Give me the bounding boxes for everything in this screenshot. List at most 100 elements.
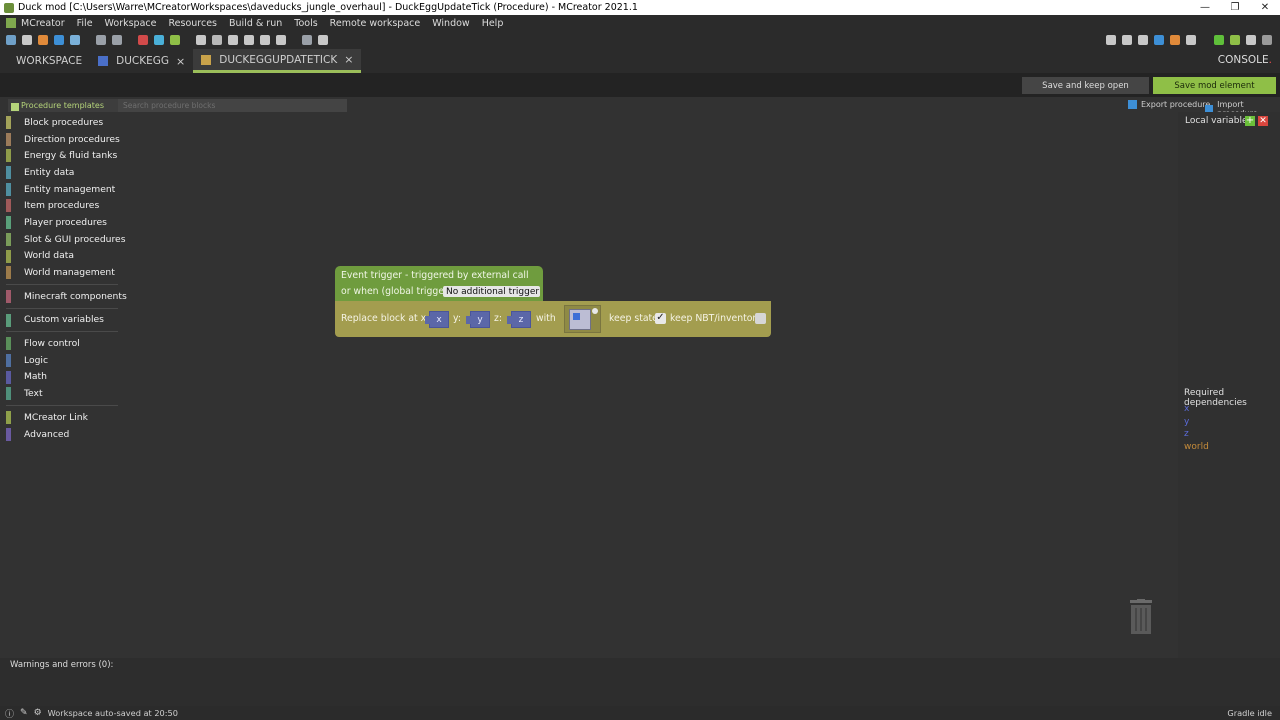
menu-mcreator[interactable]: MCreator	[21, 18, 65, 29]
category-block-procedures[interactable]: Block procedures	[6, 114, 118, 131]
menu-remote-workspace[interactable]: Remote workspace	[330, 18, 421, 29]
info-icon[interactable]: ⓘ	[5, 707, 14, 720]
wand-icon[interactable]	[260, 35, 270, 45]
tool-icon[interactable]	[212, 35, 222, 45]
window-titlebar: Duck mod [C:\Users\Warre\MCreatorWorkspa…	[0, 0, 1280, 15]
paint-icon[interactable]	[228, 35, 238, 45]
category-color	[6, 149, 11, 163]
overlay-icon[interactable]	[154, 35, 164, 45]
templates-icon	[11, 103, 19, 111]
category-direction-procedures[interactable]: Direction procedures	[6, 131, 120, 148]
export-procedure-button[interactable]: Export procedure	[1128, 100, 1210, 109]
category-entity-data[interactable]: Entity data	[6, 164, 118, 181]
push-icon[interactable]	[1138, 35, 1148, 45]
menu-window[interactable]: Window	[432, 18, 469, 29]
save-mod-element-button[interactable]: Save mod element	[1153, 77, 1276, 94]
remove-variable-icon[interactable]: ✕	[1258, 116, 1268, 126]
replace-block-block[interactable]: Replace block at x: y: z: with keep stat…	[335, 301, 771, 337]
category-advanced[interactable]: Advanced	[6, 426, 118, 443]
folder-icon[interactable]	[1154, 35, 1164, 45]
variable-x-block[interactable]: x	[425, 311, 449, 328]
category-label: World management	[24, 267, 115, 279]
minimize-button[interactable]: —	[1190, 0, 1220, 15]
variable-y-block[interactable]: y	[466, 311, 490, 328]
pull-icon[interactable]	[1122, 35, 1132, 45]
sound-icon[interactable]	[244, 35, 254, 45]
warnings-panel	[0, 658, 1280, 706]
procedure-templates-button[interactable]: Procedure templates	[8, 101, 118, 111]
stop-icon[interactable]	[1246, 35, 1256, 45]
category-text[interactable]: Text	[6, 385, 118, 402]
keep-nbt-checkbox[interactable]	[755, 313, 766, 324]
category-minecraft-components[interactable]: Minecraft components	[6, 288, 127, 305]
stop-server-icon[interactable]	[1262, 35, 1272, 45]
add-variable-icon[interactable]: +	[1245, 116, 1255, 126]
edit-icon[interactable]	[318, 35, 328, 45]
run-client-icon[interactable]	[1214, 35, 1224, 45]
keep-state-checkbox[interactable]: ✓	[655, 313, 666, 324]
category-world-data[interactable]: World data	[6, 248, 118, 265]
maximize-button[interactable]: ❐	[1220, 0, 1250, 15]
search-procedure-blocks-input[interactable]: Search procedure blocks	[118, 99, 347, 112]
category-color	[6, 132, 11, 146]
close-tab-icon[interactable]: ×	[344, 53, 353, 66]
palette-header: Procedure templates Search procedure blo…	[8, 99, 347, 112]
category-label: Player procedures	[24, 216, 107, 228]
menu-build-run[interactable]: Build & run	[229, 18, 282, 29]
category-entity-management[interactable]: Entity management	[6, 181, 118, 198]
tab-workspace[interactable]: WORKSPACE	[0, 49, 90, 73]
texture-icon[interactable]	[70, 35, 80, 45]
block-preview-image	[569, 309, 591, 330]
category-color	[6, 353, 11, 367]
category-flow-control[interactable]: Flow control	[6, 335, 118, 352]
model-icon[interactable]	[112, 35, 122, 45]
run-server-icon[interactable]	[1230, 35, 1240, 45]
open-folder-icon[interactable]	[38, 35, 48, 45]
menu-workspace[interactable]: Workspace	[105, 18, 157, 29]
close-window-button[interactable]: ✕	[1250, 0, 1280, 15]
anim-icon[interactable]	[196, 35, 206, 45]
category-color	[6, 387, 11, 401]
variable-z-block[interactable]: z	[507, 311, 531, 328]
save-keep-open-button[interactable]: Save and keep open	[1022, 77, 1149, 94]
category-custom-variables[interactable]: Custom variables	[6, 312, 118, 329]
structure-icon[interactable]	[96, 35, 106, 45]
menu-file[interactable]: File	[77, 18, 93, 29]
tab-duckegg[interactable]: DUCKEGG ×	[90, 49, 193, 73]
git-icon[interactable]	[1106, 35, 1116, 45]
block-selector[interactable]	[564, 305, 601, 333]
tab-duckeggupdatetick[interactable]: DUCKEGGUPDATETICK ×	[193, 49, 362, 73]
settings-icon[interactable]: ⚙	[34, 708, 42, 718]
category-mcreator-link[interactable]: MCreator Link	[6, 409, 118, 426]
menu-resources[interactable]: Resources	[168, 18, 217, 29]
console-tool-icon[interactable]	[302, 35, 312, 45]
category-world-management[interactable]: World management	[6, 264, 118, 281]
category-label: Advanced	[24, 428, 70, 440]
banner-icon[interactable]	[276, 35, 286, 45]
category-player-procedures[interactable]: Player procedures	[6, 214, 118, 231]
recipe-icon[interactable]	[170, 35, 180, 45]
block-selector-add-icon[interactable]	[592, 308, 598, 314]
close-tab-icon[interactable]: ×	[176, 55, 185, 68]
menu-help[interactable]: Help	[482, 18, 504, 29]
workspace-files-icon[interactable]	[22, 35, 32, 45]
category-energy-fluid-tanks[interactable]: Energy & fluid tanks	[6, 147, 118, 164]
sync-icon[interactable]	[54, 35, 64, 45]
notifications-icon[interactable]: ✎	[20, 708, 28, 718]
build-icon[interactable]	[1170, 35, 1180, 45]
dependency-list: x y z world	[1184, 404, 1209, 454]
block-categories: Block procedures Direction procedures En…	[6, 114, 127, 443]
console-tab[interactable]: CONSOLE.	[1218, 54, 1272, 66]
gui-icon[interactable]	[138, 35, 148, 45]
hammer-icon[interactable]	[1186, 35, 1196, 45]
category-math[interactable]: Math	[6, 369, 118, 386]
category-item-procedures[interactable]: Item procedures	[6, 197, 118, 214]
global-trigger-text: or when (global trigger):	[341, 286, 455, 297]
category-logic[interactable]: Logic	[6, 352, 118, 369]
workspace-settings-icon[interactable]	[6, 35, 16, 45]
menu-tools[interactable]: Tools	[294, 18, 317, 29]
global-trigger-dropdown[interactable]: No additional trigger	[443, 286, 540, 297]
trash-icon[interactable]	[1128, 599, 1154, 635]
category-color	[6, 182, 11, 196]
category-slot-gui-procedures[interactable]: Slot & GUI procedures	[6, 231, 126, 248]
